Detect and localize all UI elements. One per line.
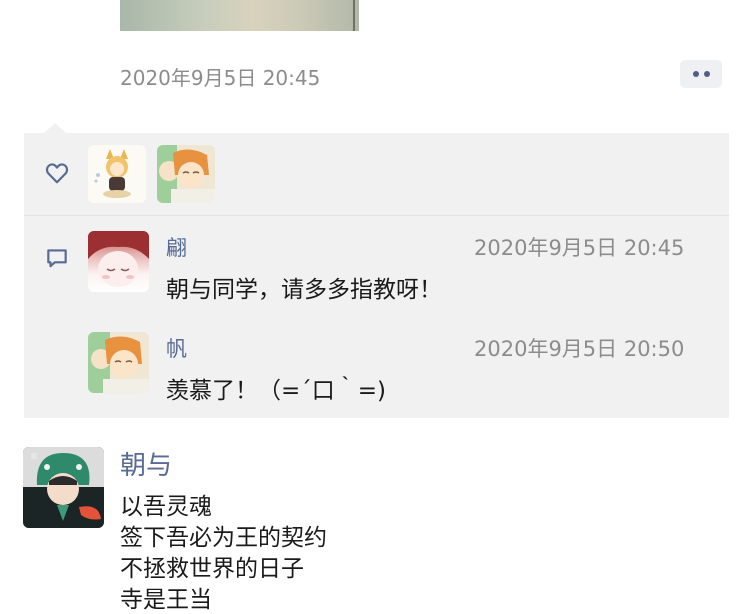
- comment-icon: [47, 249, 67, 268]
- comment-text[interactable]: 朝与同学，请多多指教呀！: [166, 270, 442, 304]
- comment-author[interactable]: 帆: [166, 333, 187, 363]
- more-dots-icon-dot: [703, 71, 710, 77]
- post-text-line: 不拯救世界的日子: [120, 556, 304, 582]
- comment-avatar-1[interactable]: [88, 231, 149, 292]
- post-author-avatar[interactable]: [23, 447, 104, 528]
- panel-divider: [24, 215, 729, 216]
- post-photo[interactable]: [120, 0, 359, 31]
- post-text-line: 签下吾必为王的契约: [120, 525, 327, 551]
- post-timestamp: 2020年9月5日 20:45: [120, 66, 321, 90]
- comment-text[interactable]: 羡慕了！（=´口｀=): [166, 371, 386, 405]
- post-author-name[interactable]: 朝与: [120, 445, 172, 482]
- post-text-line: 寺是王当: [120, 587, 212, 613]
- more-button[interactable]: [680, 60, 722, 88]
- more-dots-icon: [692, 71, 699, 77]
- post-text-line: 以吾灵魂: [120, 494, 212, 520]
- heart-icon: [45, 163, 69, 184]
- comment-time: 2020年9月5日 20:45: [474, 236, 685, 260]
- panel-pointer: [44, 123, 66, 133]
- comment-author[interactable]: 翩: [166, 232, 187, 262]
- comment-avatar-2[interactable]: [88, 332, 149, 393]
- like-avatar-2[interactable]: [157, 145, 215, 203]
- like-avatar-1[interactable]: [88, 145, 146, 203]
- comment-time: 2020年9月5日 20:50: [474, 337, 685, 361]
